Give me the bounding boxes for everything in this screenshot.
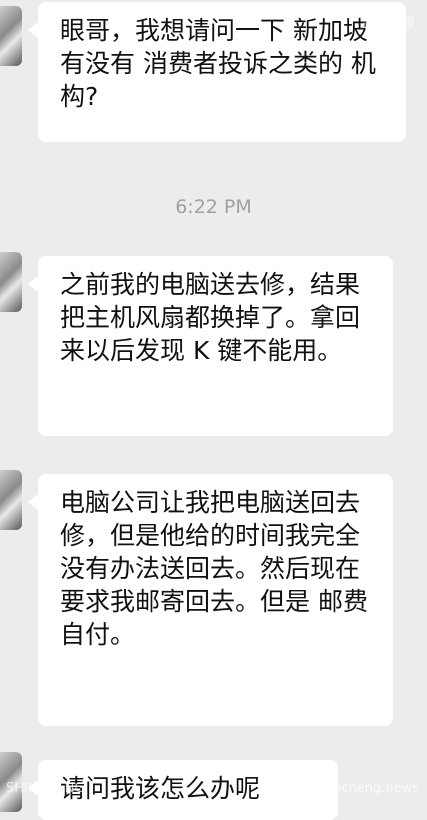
message-text: 电脑公司让我把电脑送回去修，但是他给的时间我完全没有办法送回去。然后现在要求我邮…: [60, 488, 368, 649]
message-bubble[interactable]: 电脑公司让我把电脑送回去修，但是他给的时间我完全没有办法送回去。然后现在要求我邮…: [28, 474, 393, 726]
message-text: 请问我该怎么办呢: [60, 774, 261, 803]
contact-avatar[interactable]: [0, 470, 22, 530]
message-text: 之前我的电脑送去修，结果把主机风扇都换掉了。拿回来以后发现 K 键不能用。: [60, 270, 361, 365]
contact-avatar[interactable]: [0, 6, 22, 66]
contact-avatar[interactable]: [0, 252, 22, 312]
watermark: shincheng.news: [314, 781, 419, 796]
watermark: SHINCHENG: [6, 781, 85, 796]
message-bubble[interactable]: 之前我的电脑送去修，结果把主机风扇都换掉了。拿回来以后发现 K 键不能用。: [28, 256, 393, 436]
message-text: 眼哥，我想请问一下 新加坡有没有 消费者投诉之类的 机构?: [60, 16, 376, 111]
message-bubble[interactable]: 眼哥，我想请问一下 新加坡有没有 消费者投诉之类的 机构?: [28, 2, 406, 142]
message-timestamp: 6:22 PM: [175, 196, 252, 218]
watermark: 新加坡眼: [362, 16, 415, 31]
